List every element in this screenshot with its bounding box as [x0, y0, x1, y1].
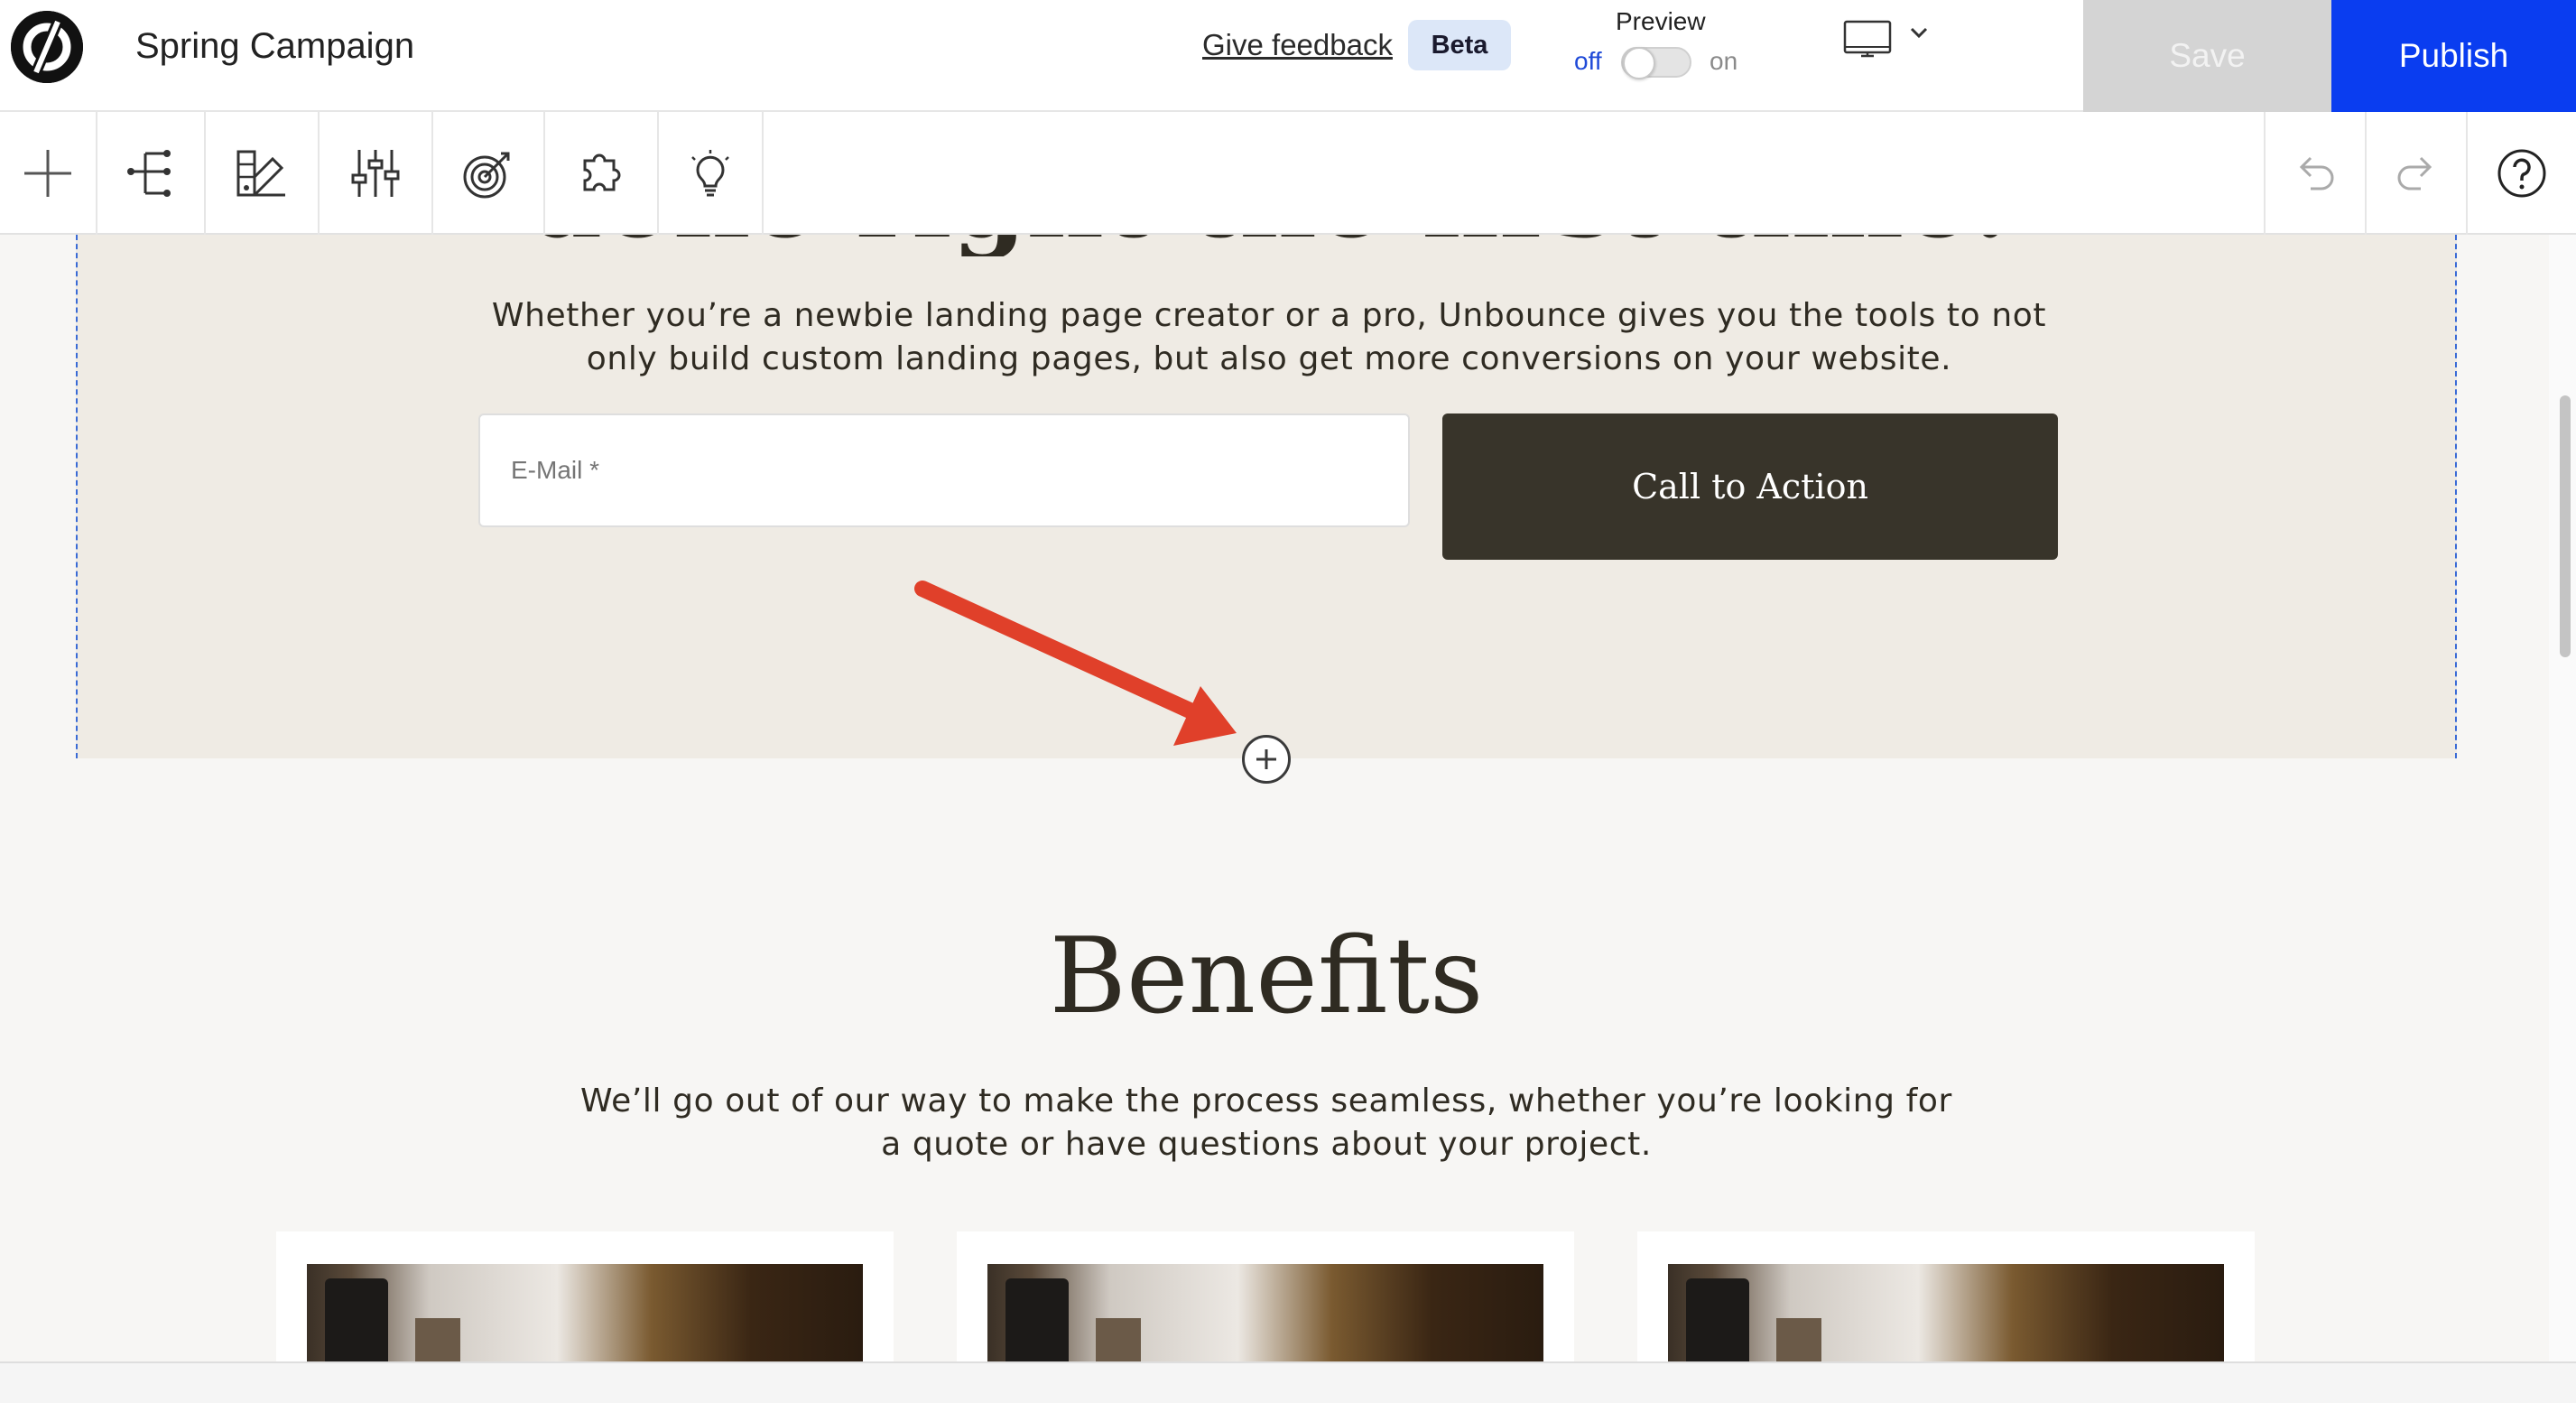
page-hierarchy-button[interactable]: [97, 112, 206, 235]
hero-text[interactable]: Whether you’re a newbie landing page cre…: [475, 294, 2063, 381]
target-icon: [463, 152, 510, 199]
scrollbar-thumb[interactable]: [2560, 395, 2571, 657]
benefit-image: [1668, 1264, 2224, 1361]
lightbulb-icon: [691, 150, 729, 197]
benefit-card[interactable]: [276, 1231, 894, 1361]
desktop-icon: [1843, 20, 1892, 58]
add-section-button[interactable]: [1242, 735, 1291, 784]
editor-toolbar: [0, 112, 2576, 235]
help-icon: [2497, 149, 2546, 198]
page-styles-button[interactable]: [206, 112, 320, 235]
sliders-icon: [351, 150, 400, 197]
benefit-image: [307, 1264, 863, 1361]
save-button[interactable]: Save: [2083, 0, 2331, 112]
hero-section[interactable]: done right the first time. Whether you’r…: [76, 235, 2457, 758]
undo-icon: [2299, 156, 2334, 190]
help-button[interactable]: [2466, 112, 2576, 235]
benefits-text[interactable]: We’ll go out of our way to make the proc…: [578, 1080, 1955, 1166]
preview-on-label: on: [1710, 47, 1738, 75]
benefit-card[interactable]: [1637, 1231, 2255, 1361]
beta-badge: Beta: [1408, 20, 1511, 70]
settings-button[interactable]: [320, 112, 433, 235]
goals-button[interactable]: [433, 112, 545, 235]
top-bar: Spring Campaign Give feedback Beta Previ…: [0, 0, 2576, 112]
hero-heading-clip: done right the first time.: [78, 235, 2459, 256]
bottom-panel: [0, 1361, 2576, 1403]
hero-heading[interactable]: done right the first time.: [78, 235, 2459, 256]
puzzle-icon: [583, 153, 621, 191]
editor-canvas[interactable]: done right the first time. Whether you’r…: [0, 235, 2576, 1361]
benefit-image: [987, 1264, 1543, 1361]
unbounce-logo-icon[interactable]: [11, 11, 83, 83]
plus-icon: [24, 150, 71, 197]
give-feedback-link[interactable]: Give feedback: [1202, 25, 1393, 65]
device-selector[interactable]: [1841, 14, 1941, 69]
benefit-card[interactable]: [957, 1231, 1574, 1361]
tree-icon: [127, 150, 171, 197]
publish-button[interactable]: Publish: [2331, 0, 2576, 112]
preview-off-label: off: [1574, 47, 1602, 75]
redo-button[interactable]: [2365, 112, 2466, 235]
redo-icon: [2397, 156, 2432, 190]
palette-icon: [236, 150, 285, 197]
tips-button[interactable]: [659, 112, 764, 235]
call-to-action-button[interactable]: Call to Action: [1442, 413, 2058, 560]
preview-toggle[interactable]: [1621, 47, 1691, 79]
undo-button[interactable]: [2264, 112, 2365, 235]
chevron-down-icon: [1910, 27, 1928, 39]
email-field[interactable]: [478, 413, 1410, 527]
toggle-knob: [1623, 47, 1655, 79]
plus-circle-icon: [1256, 749, 1276, 769]
benefits-heading[interactable]: Benefits: [76, 914, 2457, 1040]
add-element-button[interactable]: [0, 112, 97, 235]
integrations-button[interactable]: [545, 112, 659, 235]
preview-label: Preview: [1616, 7, 1706, 35]
page-title[interactable]: Spring Campaign: [135, 22, 414, 70]
